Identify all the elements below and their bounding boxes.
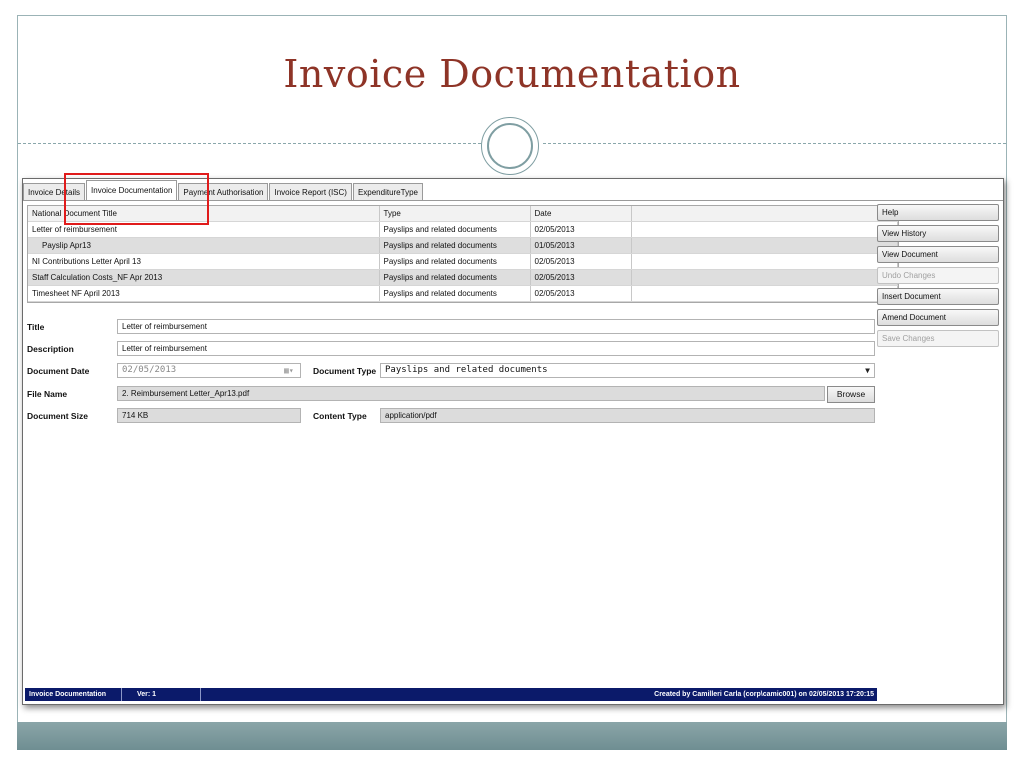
status-separator xyxy=(121,688,122,701)
title-input[interactable]: Letter of reimbursement xyxy=(117,319,875,334)
undo-changes-button[interactable]: Undo Changes xyxy=(877,267,999,284)
app-window: Invoice Details Invoice Documentation Pa… xyxy=(22,178,1004,705)
view-history-button[interactable]: View History xyxy=(877,225,999,242)
document-type-label: Document Type xyxy=(313,366,377,376)
cell-date: 01/05/2013 xyxy=(530,237,632,254)
status-bar: Invoice Documentation Ver: 1 Created by … xyxy=(25,688,877,701)
decorative-circle-icon xyxy=(481,117,539,175)
content-type-label: Content Type xyxy=(313,411,367,421)
amend-document-button[interactable]: Amend Document xyxy=(877,309,999,326)
cell-type: Payslips and related documents xyxy=(379,269,531,286)
table-row[interactable]: Timesheet NF April 2013 Payslips and rel… xyxy=(28,285,898,302)
cell-title: Staff Calculation Costs_NF Apr 2013 xyxy=(28,269,380,286)
cell-date: 02/05/2013 xyxy=(530,285,632,302)
document-size-value: 714 KB xyxy=(117,408,301,423)
browse-button[interactable]: Browse xyxy=(827,386,875,403)
cell-date: 02/05/2013 xyxy=(530,221,632,238)
status-created-by: Created by Camilleri Carla (corp\camic00… xyxy=(654,691,874,698)
table-row[interactable]: Staff Calculation Costs_NF Apr 2013 Pays… xyxy=(28,269,898,286)
document-date-value: 02/05/2013 xyxy=(122,365,177,375)
cell-date: 02/05/2013 xyxy=(530,269,632,286)
help-button[interactable]: Help xyxy=(877,204,999,221)
cell-type: Payslips and related documents xyxy=(379,221,531,238)
tab-invoice-report[interactable]: Invoice Report (ISC) xyxy=(269,183,352,201)
table-row[interactable]: NI Contributions Letter April 13 Payslip… xyxy=(28,253,898,270)
title-label: Title xyxy=(27,322,45,332)
cell-type: Payslips and related documents xyxy=(379,285,531,302)
chevron-down-icon[interactable]: ▼ xyxy=(865,364,870,377)
slide-title: Invoice Documentation xyxy=(283,52,741,96)
column-header-type[interactable]: Type xyxy=(379,206,531,222)
highlight-box xyxy=(64,173,209,225)
cell-type: Payslips and related documents xyxy=(379,237,531,254)
file-name-input: 2. Reimbursement Letter_Apr13.pdf xyxy=(117,386,825,401)
save-changes-button[interactable]: Save Changes xyxy=(877,330,999,347)
divider-right xyxy=(543,143,1006,144)
tab-expenditure-type[interactable]: ExpenditureType xyxy=(352,183,423,201)
calendar-icon[interactable]: ▦▾ xyxy=(284,365,298,376)
document-size-label: Document Size xyxy=(27,411,88,421)
insert-document-button[interactable]: Insert Document xyxy=(877,288,999,305)
document-type-select[interactable]: Payslips and related documents ▼ xyxy=(380,363,875,378)
cell-title: Payslip Apr13 xyxy=(28,237,380,254)
cell-type: Payslips and related documents xyxy=(379,253,531,270)
cell-title: Timesheet NF April 2013 xyxy=(28,285,380,302)
status-screen-name: Invoice Documentation xyxy=(29,691,107,698)
document-type-value: Payslips and related documents xyxy=(385,365,548,375)
slide-footer-band xyxy=(17,722,1007,750)
cell-title: NI Contributions Letter April 13 xyxy=(28,253,380,270)
view-document-button[interactable]: View Document xyxy=(877,246,999,263)
status-version: Ver: 1 xyxy=(137,691,157,698)
description-input[interactable]: Letter of reimbursement xyxy=(117,341,875,356)
document-date-label: Document Date xyxy=(27,366,90,376)
divider-left xyxy=(18,143,481,144)
status-separator xyxy=(200,688,201,701)
column-header-date[interactable]: Date xyxy=(530,206,632,222)
document-date-input[interactable]: 02/05/2013 ▦▾ xyxy=(117,363,301,378)
column-header-blank xyxy=(631,206,898,222)
file-name-label: File Name xyxy=(27,389,68,399)
description-label: Description xyxy=(27,344,74,354)
cell-date: 02/05/2013 xyxy=(530,253,632,270)
content-type-value: application/pdf xyxy=(380,408,875,423)
table-row[interactable]: Payslip Apr13 Payslips and related docum… xyxy=(28,237,898,254)
